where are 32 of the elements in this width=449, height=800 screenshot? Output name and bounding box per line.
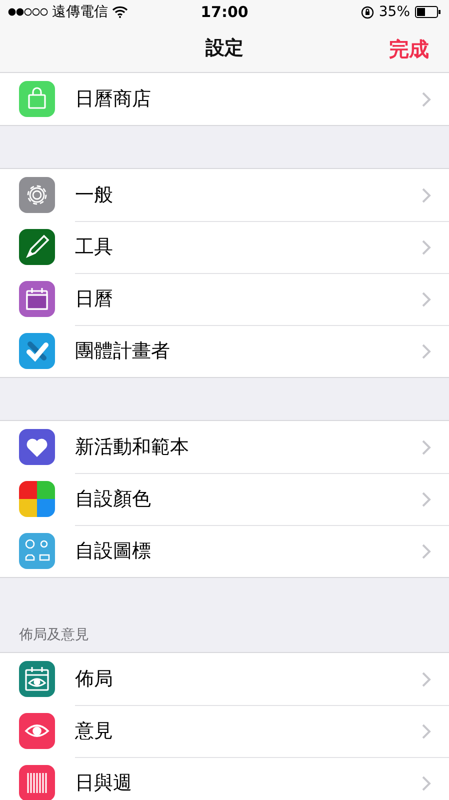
chevron-icon: [422, 440, 431, 455]
chevron-icon: [422, 188, 431, 203]
settings-item[interactable]: 意見: [75, 704, 449, 758]
signal-icon: [8, 8, 48, 16]
done-button[interactable]: 完成: [387, 34, 431, 65]
settings-item[interactable]: 日與週: [75, 757, 449, 800]
rotation-lock-icon: [360, 6, 374, 18]
chevron-icon: [422, 240, 431, 255]
settings-item[interactable]: 佈局: [75, 652, 449, 706]
carrier-name: 遠傳電信: [52, 3, 108, 21]
page-title: 設定: [206, 36, 244, 61]
section-header: 佈局及意見: [19, 627, 89, 643]
settings-item[interactable]: 工具: [75, 220, 449, 274]
chevron-icon: [422, 292, 431, 307]
chevron-icon: [422, 724, 431, 739]
settings-item[interactable]: 一般: [75, 168, 449, 222]
chevron-icon: [422, 344, 431, 359]
chevron-icon: [422, 776, 431, 791]
status-time: 17:00: [200, 3, 248, 21]
settings-item[interactable]: 日曆: [75, 272, 449, 326]
chevron-icon: [422, 544, 431, 559]
battery-percent: 35%: [378, 4, 410, 20]
settings-item[interactable]: 自設顏色: [75, 472, 449, 526]
settings-item[interactable]: 新活動和範本: [75, 420, 449, 474]
quad-icon: [19, 481, 55, 517]
chevron-icon: [422, 672, 431, 687]
battery-icon: [415, 6, 441, 18]
settings-item[interactable]: 自設圖標: [75, 525, 449, 577]
chevron-icon: [422, 492, 431, 507]
settings-item[interactable]: 團體計畫者: [75, 325, 449, 377]
chevron-icon: [422, 92, 431, 107]
wifi-icon: [112, 6, 128, 18]
